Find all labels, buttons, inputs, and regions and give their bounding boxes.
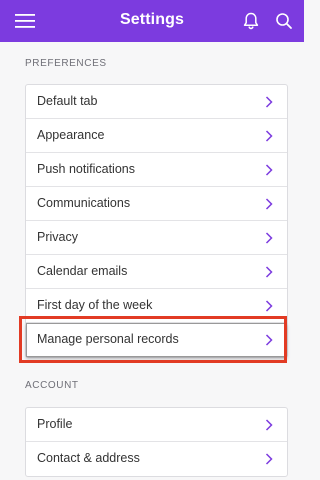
chevron-right-icon bbox=[265, 334, 273, 346]
chevron-right-icon bbox=[265, 164, 273, 176]
settings-item-calendar-emails[interactable]: Calendar emails bbox=[26, 255, 287, 289]
settings-item-label: Manage personal records bbox=[37, 332, 179, 346]
settings-item-default-tab[interactable]: Default tab bbox=[26, 85, 287, 119]
search-icon bbox=[276, 13, 292, 29]
chevron-right-icon bbox=[265, 232, 273, 244]
menu-button[interactable] bbox=[12, 10, 38, 32]
settings-item-label: Default tab bbox=[37, 94, 98, 108]
settings-item-push-notifications[interactable]: Push notifications bbox=[26, 153, 287, 187]
top-app-bar: Settings bbox=[0, 0, 304, 42]
account-list: Profile Contact & address bbox=[25, 407, 288, 477]
hamburger-menu-icon bbox=[15, 14, 35, 28]
settings-item-manage-personal-records[interactable]: Manage personal records bbox=[26, 323, 287, 357]
settings-item-privacy[interactable]: Privacy bbox=[26, 221, 287, 255]
section-label-account: ACCOUNT bbox=[25, 380, 79, 391]
chevron-right-icon bbox=[265, 198, 273, 210]
settings-item-communications[interactable]: Communications bbox=[26, 187, 287, 221]
notifications-button[interactable] bbox=[240, 10, 262, 32]
settings-item-first-day-of-week[interactable]: First day of the week bbox=[26, 289, 287, 323]
settings-item-label: Communications bbox=[37, 196, 131, 210]
section-label-preferences: PREFERENCES bbox=[25, 58, 107, 69]
chevron-right-icon bbox=[265, 266, 273, 278]
settings-item-label: Privacy bbox=[37, 230, 78, 244]
chevron-right-icon bbox=[265, 96, 273, 108]
settings-item-label: First day of the week bbox=[37, 298, 153, 312]
settings-item-label: Profile bbox=[37, 417, 73, 431]
settings-item-label: Calendar emails bbox=[37, 264, 128, 278]
settings-item-label: Appearance bbox=[37, 128, 105, 142]
settings-item-label: Push notifications bbox=[37, 162, 135, 176]
chevron-right-icon bbox=[265, 419, 273, 431]
settings-item-profile[interactable]: Profile bbox=[26, 408, 287, 442]
bell-icon bbox=[243, 12, 259, 30]
chevron-right-icon bbox=[265, 300, 273, 312]
settings-item-contact-address[interactable]: Contact & address bbox=[26, 442, 287, 476]
settings-item-label: Contact & address bbox=[37, 451, 140, 465]
search-button[interactable] bbox=[273, 10, 295, 32]
preferences-list: Default tab Appearance Push notification… bbox=[25, 84, 288, 358]
chevron-right-icon bbox=[265, 453, 273, 465]
chevron-right-icon bbox=[265, 130, 273, 142]
settings-item-appearance[interactable]: Appearance bbox=[26, 119, 287, 153]
